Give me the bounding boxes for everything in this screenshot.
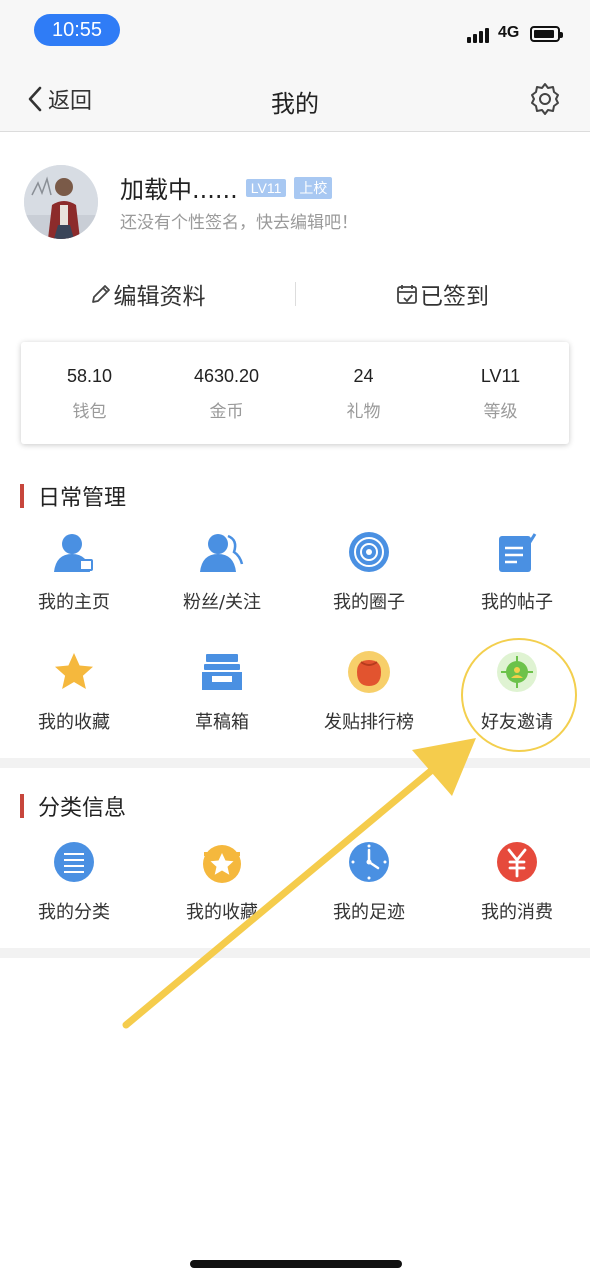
stat-label: 等级 [483,402,518,422]
fans-icon [200,534,244,572]
grid-label: 我的帖子 [481,592,553,613]
section-title-daily: 日常管理 [20,480,126,512]
section-title-category: 分类信息 [20,790,126,822]
post-edit-icon [499,533,537,572]
status-bar: 10:55 4G [0,0,590,64]
home-indicator [190,1260,402,1268]
grid-item-my-spending[interactable]: 我的消费 [443,840,590,924]
network-type: 4G [498,24,520,41]
grid-label: 我的主页 [38,592,110,613]
divider [295,282,296,306]
grid-item-my-homepage[interactable]: 我的主页 [0,530,148,614]
grid-item-my-circle[interactable]: 我的圈子 [295,530,443,614]
stat-label: 金币 [209,402,244,422]
profile-actions: 编辑资料 已签到 [0,268,590,320]
status-time: 10:55 [34,14,120,46]
user-name: 加载中...... [120,176,238,204]
grid-item-drafts[interactable]: 草稿箱 [148,650,296,734]
profile-header: 加载中...... LV11 上校 还没有个性签名，快去编辑吧！ [0,132,590,252]
grid-item-my-favorites[interactable]: 我的收藏 [0,650,148,734]
stat-value: 4630.20 [193,366,260,386]
grid-label: 我的收藏 [186,902,258,923]
stat-label: 礼物 [346,402,381,422]
battery-icon [530,26,563,42]
rank-badge: 上校 [294,176,333,199]
stat-value: 24 [353,366,374,386]
stat-gifts[interactable]: 24 礼物 [295,342,432,444]
section-separator [0,758,590,768]
stat-value: LV11 [480,366,521,386]
grid-label: 草稿箱 [195,712,249,733]
grid-item-my-footprints[interactable]: 我的足迹 [295,840,443,924]
grid-item-my-categories[interactable]: 我的分类 [0,840,148,924]
grid-label: 我的足迹 [333,902,405,923]
stat-label: 钱包 [72,402,107,422]
gear-icon[interactable] [528,82,562,116]
checkin-button[interactable]: 已签到 [295,268,590,320]
edit-profile-button[interactable]: 编辑资料 [0,268,295,320]
grid-item-post-ranking[interactable]: 发贴排行榜 [295,650,443,734]
star-icon [55,653,93,689]
edit-profile-label: 编辑资料 [113,284,206,310]
stat-coins[interactable]: 4630.20 金币 [158,342,295,444]
page-title: 我的 [271,90,319,118]
list-icon [54,842,94,882]
grid-label: 我的收藏 [38,712,110,733]
pencil-icon [91,285,110,303]
section-separator [0,948,590,958]
calendar-check-icon [397,285,417,304]
star-badge-icon [203,845,241,883]
clock-icon [349,842,389,882]
yuan-icon [497,842,537,882]
grid-item-my-posts[interactable]: 我的帖子 [443,530,590,614]
signal-icon [467,27,493,43]
avatar[interactable] [24,165,98,239]
grid-label: 粉丝/关注 [182,592,262,613]
stat-value: 58.10 [66,366,113,386]
grid-label: 我的分类 [38,902,110,923]
circle-target-icon [349,532,389,572]
grid-label: 我的消费 [481,902,553,923]
checkin-label: 已签到 [420,284,489,310]
ranking-bag-icon [348,651,390,693]
grid-label: 发贴排行榜 [324,712,414,733]
nav-bar: 返回 我的 [0,64,590,132]
signature-text[interactable]: 还没有个性签名，快去编辑吧！ [120,208,358,233]
highlight-circle [461,638,577,752]
stat-level[interactable]: LV11 等级 [432,342,569,444]
grid-item-fans[interactable]: 粉丝/关注 [148,530,296,614]
stats-card: 58.10 钱包 4630.20 金币 24 礼物 LV11 等级 [21,342,569,444]
name-row: 加载中...... LV11 上校 [120,170,333,205]
user-profile-icon [54,534,93,572]
drafts-tray-icon [202,654,242,690]
stat-wallet[interactable]: 58.10 钱包 [21,342,158,444]
grid-item-category-favorites[interactable]: 我的收藏 [148,840,296,924]
level-badge: LV11 [245,178,287,197]
grid-label: 我的圈子 [333,592,405,613]
